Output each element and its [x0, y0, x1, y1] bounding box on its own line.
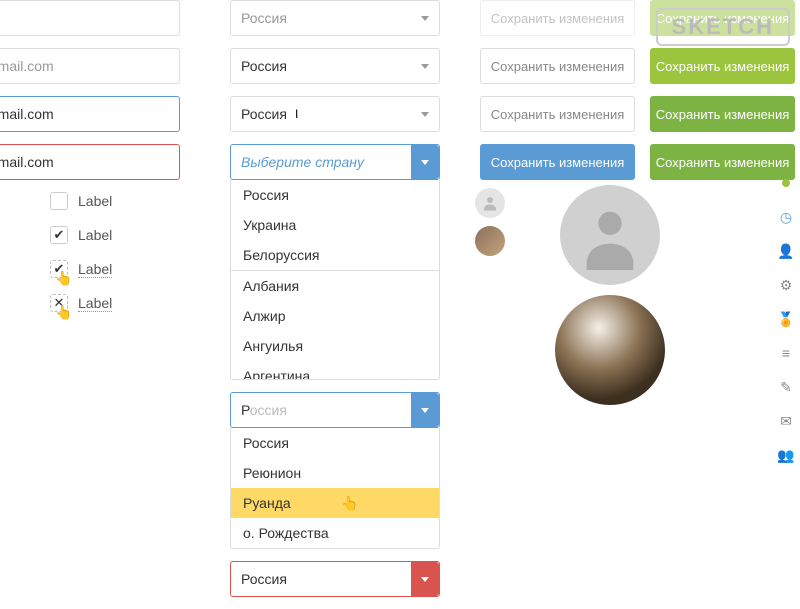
checkbox-box	[50, 192, 68, 210]
checkbox-label: Label	[78, 193, 112, 209]
pointer-cursor-icon: 👆	[341, 495, 358, 512]
add-user-icon[interactable]: 👥	[778, 447, 794, 463]
checkbox-hover-checked[interactable]: ✔ Label 👆	[0, 260, 180, 278]
dropdown-item[interactable]: Белоруссия	[231, 240, 439, 271]
dropdown-item[interactable]: о. Рождества	[231, 518, 439, 548]
avatar-placeholder-small[interactable]	[475, 188, 505, 218]
chevron-down-icon	[411, 49, 439, 83]
clock-icon[interactable]: ◷	[778, 209, 794, 225]
dropdown-item-hover[interactable]: Руанда👆	[231, 488, 439, 518]
badge-icon[interactable]: 🏅	[778, 311, 794, 327]
select-error[interactable]: Россия	[230, 561, 440, 597]
select-filled[interactable]: Россия	[230, 48, 440, 84]
dropdown-item[interactable]: Россия	[231, 180, 439, 210]
dropdown-item[interactable]: Аргентина	[231, 361, 439, 380]
avatar-photo-small[interactable]	[475, 226, 505, 256]
checkbox-unchecked[interactable]: Label	[0, 192, 180, 210]
user-icon	[575, 200, 645, 270]
dropdown-item[interactable]: Реюнион	[231, 458, 439, 488]
dropdown-item[interactable]: Ангуилья	[231, 331, 439, 361]
text-input-empty[interactable]	[0, 0, 180, 36]
select-default[interactable]: Россия	[230, 0, 440, 36]
checkbox-box: ✔	[50, 226, 68, 244]
chevron-down-icon	[411, 145, 439, 179]
dropdown-item[interactable]: Россия	[231, 428, 439, 458]
checkbox-box: ✕	[50, 294, 68, 312]
save-button-disabled: Сохранить изменения	[480, 0, 635, 36]
select-open-typed[interactable]: Россия	[230, 392, 440, 428]
avatar-list-small	[475, 180, 505, 264]
mail-icon[interactable]: ✉	[778, 413, 794, 429]
save-button-default[interactable]: Сохранить изменения	[480, 48, 635, 84]
avatar-list-large	[555, 175, 665, 415]
save-button-green-hover[interactable]: Сохранить изменения	[650, 96, 795, 132]
checkbox-checked[interactable]: ✔ Label	[0, 226, 180, 244]
watermark: SKETCH	[656, 8, 790, 46]
checkbox-label: Label	[78, 295, 112, 312]
select-value: Россия	[231, 58, 411, 74]
select-value: Россия	[231, 571, 411, 587]
pencil-icon[interactable]: ✎	[778, 379, 794, 395]
avatar-placeholder-large[interactable]	[560, 185, 660, 285]
select-placeholder: Выберите страну	[231, 154, 411, 170]
dropdown-filtered-list: Россия Реюнион Руанда👆 о. Рождества	[230, 428, 440, 549]
dropdown-country-list: Россия Украина Белоруссия Албания Алжир …	[230, 180, 440, 380]
select-value: Россия	[231, 106, 411, 122]
save-button-green-active[interactable]: Сохранить изменения	[650, 144, 795, 180]
checkbox-label: Label	[78, 227, 112, 243]
save-button-default2[interactable]: Сохранить изменения	[480, 96, 635, 132]
select-editing[interactable]: Россия I	[230, 96, 440, 132]
chevron-down-icon	[411, 562, 439, 596]
checkbox-box: ✔	[50, 260, 68, 278]
gear-icon[interactable]: ⚙	[778, 277, 794, 293]
chevron-down-icon	[411, 393, 439, 427]
user-icon[interactable]: 👤	[778, 243, 794, 259]
select-value: Россия	[231, 402, 411, 418]
checkbox-label: Label	[78, 261, 112, 278]
avatar-photo-large[interactable]	[555, 295, 665, 405]
email-input-focused[interactable]	[0, 96, 180, 132]
save-button-green[interactable]: Сохранить изменения	[650, 48, 795, 84]
status-dot-green	[778, 175, 794, 191]
email-input-error[interactable]	[0, 144, 180, 180]
dropdown-item[interactable]: Украина	[231, 210, 439, 240]
menu-icon[interactable]: ≡	[778, 345, 794, 361]
dropdown-item[interactable]: Алжир	[231, 301, 439, 331]
user-icon	[481, 194, 499, 212]
email-input-normal[interactable]	[0, 48, 180, 84]
chevron-down-icon	[411, 97, 439, 131]
checkbox-hover-x[interactable]: ✕ Label 👆	[0, 294, 180, 312]
select-value: Россия	[231, 10, 411, 26]
chevron-down-icon	[411, 1, 439, 35]
select-open-placeholder[interactable]: Выберите страну	[230, 144, 440, 180]
dropdown-item[interactable]: Албания	[231, 271, 439, 301]
icon-rail: ◷ 👤 ⚙ 🏅 ≡ ✎ ✉ 👥	[778, 175, 794, 481]
